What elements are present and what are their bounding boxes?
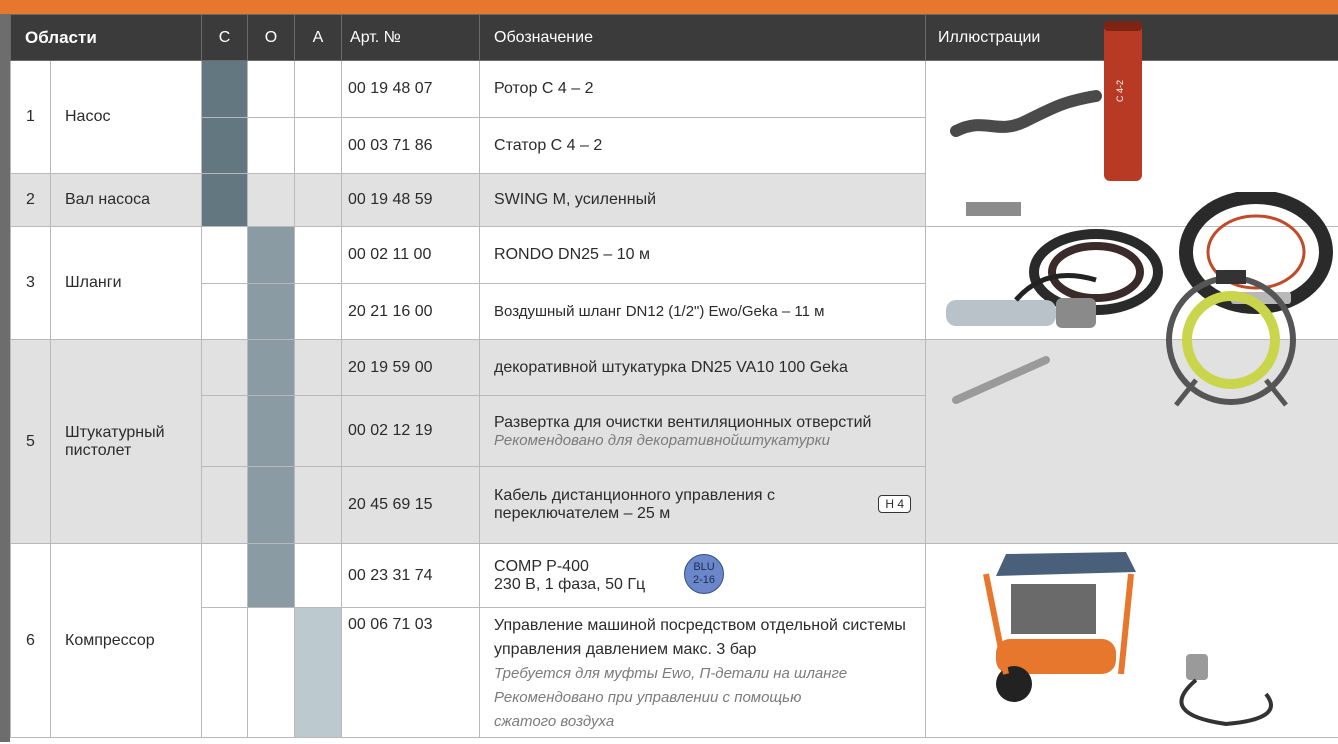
- designation: Ротор C 4 – 2: [480, 61, 926, 118]
- blu-badge: BLU 2-16: [684, 554, 724, 594]
- o-marker: [248, 284, 295, 340]
- area-name: Вал насоса: [51, 174, 202, 227]
- stator-label: C 4-2: [1115, 80, 1125, 102]
- designation: Воздушный шланг DN12 (1/2") Ewo/Geka – 1…: [480, 284, 926, 340]
- row-number: 2: [11, 174, 51, 227]
- a-marker: [295, 608, 342, 738]
- designation: Статор C 4 – 2: [480, 118, 926, 174]
- row-number: 5: [11, 340, 51, 544]
- row-number: 6: [11, 544, 51, 738]
- designation: Развертка для очистки вентиляционных отв…: [494, 414, 925, 432]
- o-marker: [248, 467, 295, 544]
- c-marker: [202, 118, 248, 174]
- header-designation: Обозначение: [480, 15, 926, 61]
- rotor-stator-illustration: C 4-2: [926, 21, 1338, 186]
- designation-note: Рекомендовано при управлении с помощью: [494, 686, 925, 710]
- c-marker: [202, 61, 248, 118]
- o-marker: [248, 544, 295, 608]
- header-a: A: [295, 15, 342, 61]
- designation-cell: Кабель дистанционного управления с перек…: [480, 467, 926, 544]
- header-c: C: [202, 15, 248, 61]
- area-name: Насос: [51, 61, 202, 174]
- row-number: 1: [11, 61, 51, 174]
- parts-table: Области C O A Арт. № Обозначение Иллюстр…: [10, 14, 1338, 738]
- area-name: Шланги: [51, 227, 202, 340]
- o-marker: [248, 340, 295, 396]
- area-name: Штукатурный пистолет: [51, 340, 202, 544]
- article-number: 00 19 48 07: [342, 61, 480, 118]
- header-art-no: Арт. №: [342, 15, 480, 61]
- designation-note: сжатого воздуха: [494, 710, 925, 734]
- area-name: Компрессор: [51, 544, 202, 738]
- designation-cell: Развертка для очистки вентиляционных отв…: [480, 396, 926, 467]
- article-number: 00 23 31 74: [342, 544, 480, 608]
- row-number: 3: [11, 227, 51, 340]
- header-areas: Области: [11, 15, 202, 61]
- article-number: 00 03 71 86: [342, 118, 480, 174]
- illustration-compressor: [926, 544, 1338, 738]
- table-row: 6 Компрессор 00 23 31 74 COMP P-400 230 …: [11, 544, 1338, 608]
- article-number: 20 21 16 00: [342, 284, 480, 340]
- article-number: 00 02 11 00: [342, 227, 480, 284]
- designation: RONDO DN25 – 10 м: [480, 227, 926, 284]
- article-number: 00 19 48 59: [342, 174, 480, 227]
- left-edge-strip: [0, 14, 10, 742]
- o-marker: [248, 227, 295, 284]
- article-number: 00 02 12 19: [342, 396, 480, 467]
- article-number: 00 06 71 03: [342, 608, 480, 738]
- article-number: 20 19 59 00: [342, 340, 480, 396]
- compressor-illustration: [926, 544, 1338, 744]
- designation: декоративной штукатурка DN25 VA10 100 Ge…: [480, 340, 926, 396]
- plaster-gun-illustration: [926, 260, 1338, 460]
- designation: Управление машиной посредством отдельной…: [494, 614, 925, 662]
- table-row: 5 Штукатурный пистолет 20 19 59 00 декор…: [11, 340, 1338, 396]
- designation: Кабель дистанционного управления с перек…: [494, 487, 834, 523]
- designation-note: Рекомендовано для декоративнойштукатурки: [494, 432, 925, 449]
- article-number: 20 45 69 15: [342, 467, 480, 544]
- designation-note: Требуется для муфты Ewo, П-детали на шла…: [494, 662, 925, 686]
- illustration-gun: [926, 340, 1338, 544]
- c-marker: [202, 174, 248, 227]
- top-accent-bar: [0, 0, 1338, 14]
- designation: SWING M, усиленный: [480, 174, 926, 227]
- table-row: 1 Насос 00 19 48 07 Ротор C 4 – 2 C 4-2: [11, 61, 1338, 118]
- header-o: O: [248, 15, 295, 61]
- designation-cell: COMP P-400 230 В, 1 фаза, 50 Гц BLU 2-16: [480, 544, 926, 608]
- h4-badge: H 4: [878, 495, 911, 513]
- o-marker: [248, 396, 295, 467]
- designation-cell: Управление машиной посредством отдельной…: [480, 608, 926, 738]
